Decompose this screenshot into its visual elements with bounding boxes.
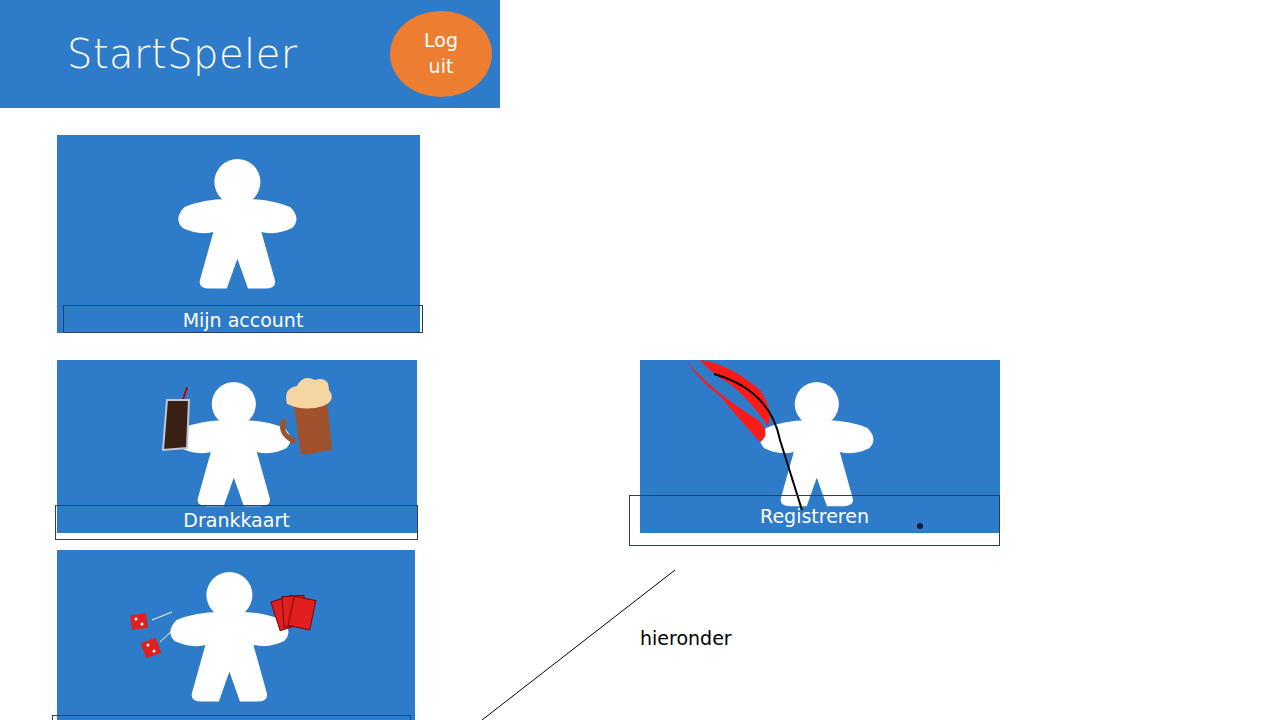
logout-button[interactable]: Log uit (390, 11, 492, 97)
meeple-icon (170, 572, 288, 702)
tile-label (52, 715, 411, 720)
app-title: StartSpeler (67, 24, 298, 84)
dice-icon (130, 612, 175, 658)
games-art (57, 550, 415, 720)
quill-icon (686, 360, 923, 529)
annotation-line (0, 0, 1280, 720)
account-tile[interactable]: Mijn account (57, 135, 420, 333)
tile-label: Mijn account (63, 305, 423, 333)
tile-column: Registreren (640, 360, 1000, 533)
app-header: StartSpeler Log uit (0, 0, 500, 108)
cards-icon (271, 595, 316, 630)
tile-label: Drankkaart (55, 505, 418, 540)
mockup-canvas: StartSpeler Log uit Mijn account Drankkaart… (0, 0, 1280, 720)
meeple-icon (178, 159, 296, 289)
meeple-icon (177, 382, 290, 506)
beer-mug-icon (283, 378, 332, 455)
account-art (57, 135, 420, 333)
drinks-tile[interactable]: Drankkaart (57, 360, 417, 533)
register-tile[interactable]: Registreren (640, 360, 1000, 533)
annotation-text: hieronder (640, 624, 732, 653)
meeple-icon (760, 382, 873, 506)
games-tile[interactable] (57, 550, 415, 720)
tile-column: Mijn account Drankkaart (57, 135, 420, 720)
soda-glass-icon (163, 387, 189, 450)
drinks-art (57, 360, 417, 533)
tile-label: Registreren (629, 495, 1000, 546)
